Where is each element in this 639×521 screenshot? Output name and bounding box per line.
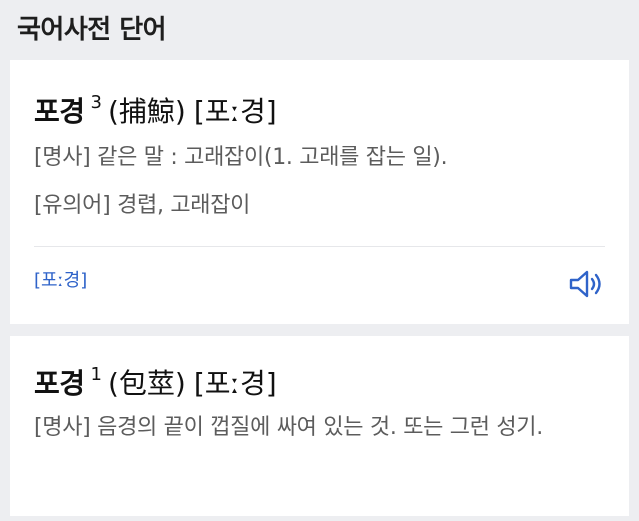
- speaker-icon[interactable]: [567, 269, 605, 299]
- dictionary-entry-card[interactable]: 포경 1 (包莖) [포ː경] [명사] 음경의 끝이 껍질에 싸여 있는 것. 또는…: [10, 336, 629, 516]
- entry-word[interactable]: 포경: [34, 95, 85, 128]
- entry-hanja: (包莖): [107, 367, 186, 400]
- entry-headline[interactable]: 포경 3 (捕鯨) [포ː경]: [34, 85, 277, 130]
- entry-pronunciation: [포ː경]: [193, 95, 277, 128]
- definition-text: [명사] 음경의 끝이 껍질에 싸여 있는 것. 또는 그런 성기.: [34, 415, 543, 440]
- homonym-number: 3: [90, 92, 102, 113]
- divider: [34, 246, 605, 247]
- section-title: 국어사전 단어: [17, 15, 167, 45]
- entry-word[interactable]: 포경: [34, 367, 85, 400]
- homonym-number: 1: [90, 364, 102, 385]
- entry-headline[interactable]: 포경 1 (包莖) [포ː경]: [34, 357, 277, 402]
- pronunciation-link[interactable]: [포ː경]: [34, 267, 87, 295]
- entry-pronunciation: [포ː경]: [193, 367, 277, 400]
- entry-hanja: (捕鯨): [107, 95, 186, 128]
- definition-text: [명사] 같은 말 : 고래잡이(1. 고래를 잡는 일).: [34, 145, 448, 170]
- dictionary-entry-card[interactable]: 포경 3 (捕鯨) [포ː경] [명사] 같은 말 : 고래잡이(1. 고래를 잡는 …: [10, 60, 629, 324]
- synonym-text: [유의어] 경렵, 고래잡이: [34, 193, 251, 218]
